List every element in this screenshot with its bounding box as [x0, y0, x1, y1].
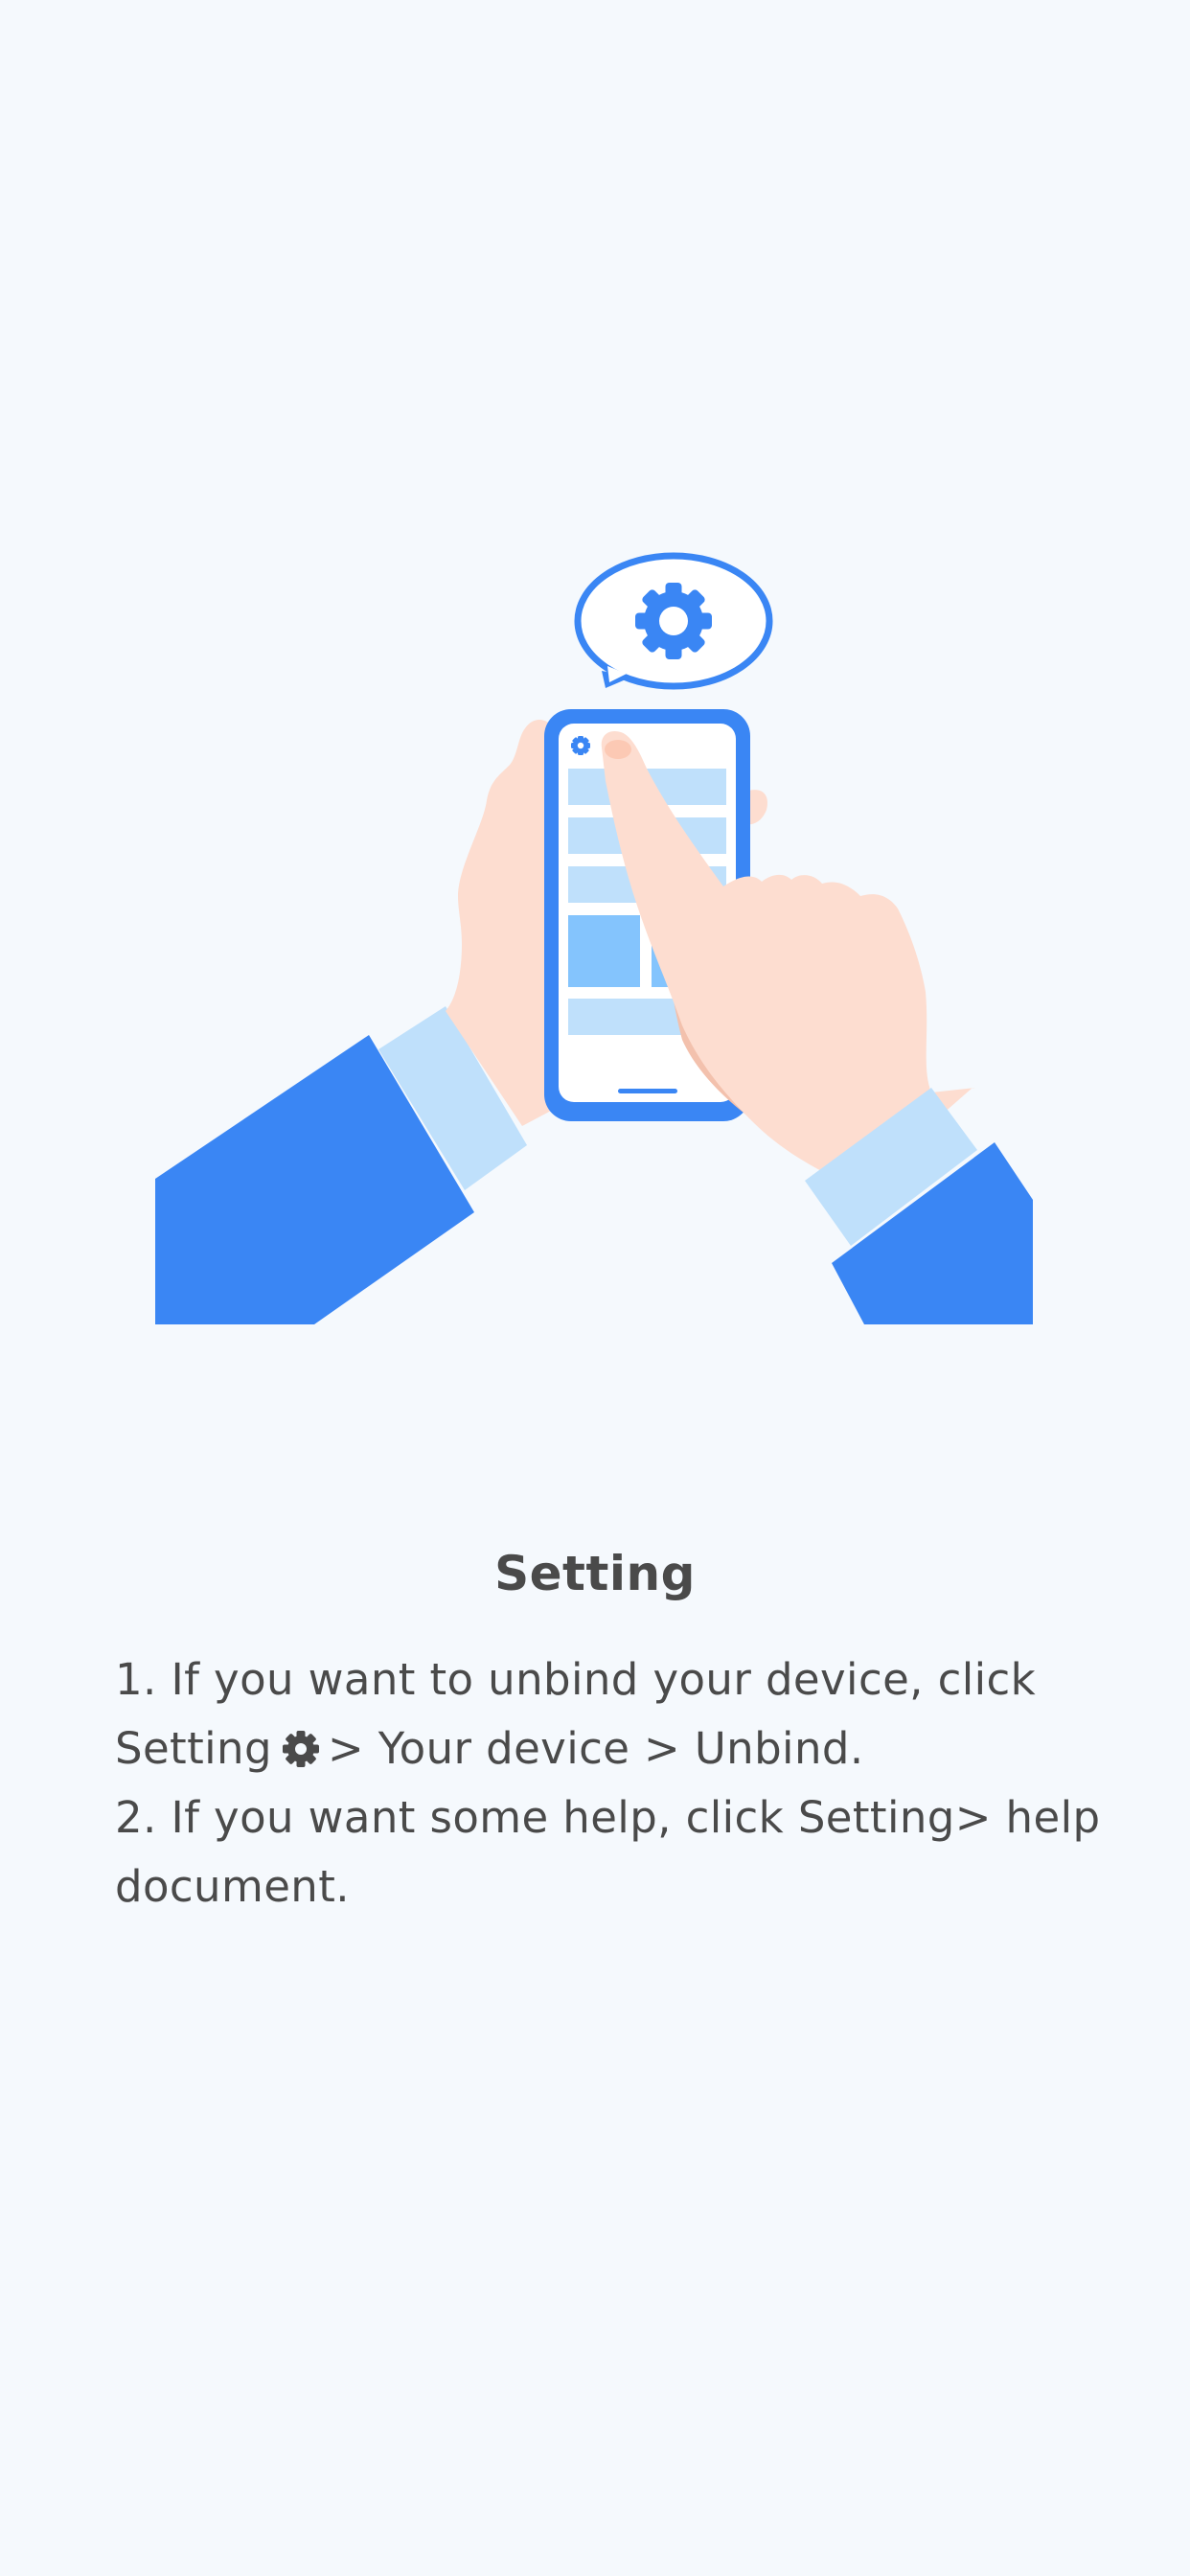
- screen-tile-1: [568, 915, 640, 987]
- setting-word: Setting: [115, 1723, 272, 1774]
- unbind-path: > Your device > Unbind.: [327, 1723, 864, 1774]
- step-1-line-1: 1. If you want to unbind your device, cl…: [115, 1654, 1037, 1705]
- fingertip: [605, 740, 631, 759]
- step-1-line-2: Setting > Your device > Unbind.: [115, 1714, 1092, 1783]
- phone-setting-illustration: [155, 552, 1033, 1324]
- gear-icon: [282, 1730, 320, 1768]
- setting-help-page: Setting 1. If you want to unbind your de…: [0, 0, 1190, 2576]
- page-title: Setting: [494, 1546, 696, 1601]
- instructions-text: 1. If you want to unbind your device, cl…: [115, 1645, 1101, 1921]
- bubble-gear-icon: [635, 583, 712, 659]
- home-indicator: [618, 1089, 677, 1093]
- phone-screen-gear-icon: [571, 736, 590, 755]
- step-2-line-2: document.: [115, 1861, 350, 1912]
- step-2-line-1: 2. If you want some help, click Setting>…: [115, 1792, 1101, 1843]
